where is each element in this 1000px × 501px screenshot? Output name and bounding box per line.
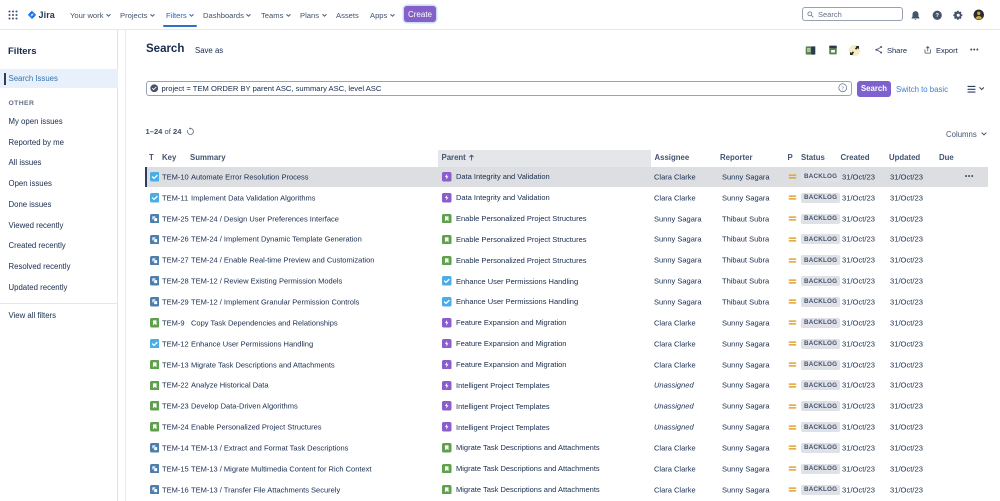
svg-text:?: ? — [936, 13, 940, 19]
svg-text:?: ? — [841, 86, 844, 92]
